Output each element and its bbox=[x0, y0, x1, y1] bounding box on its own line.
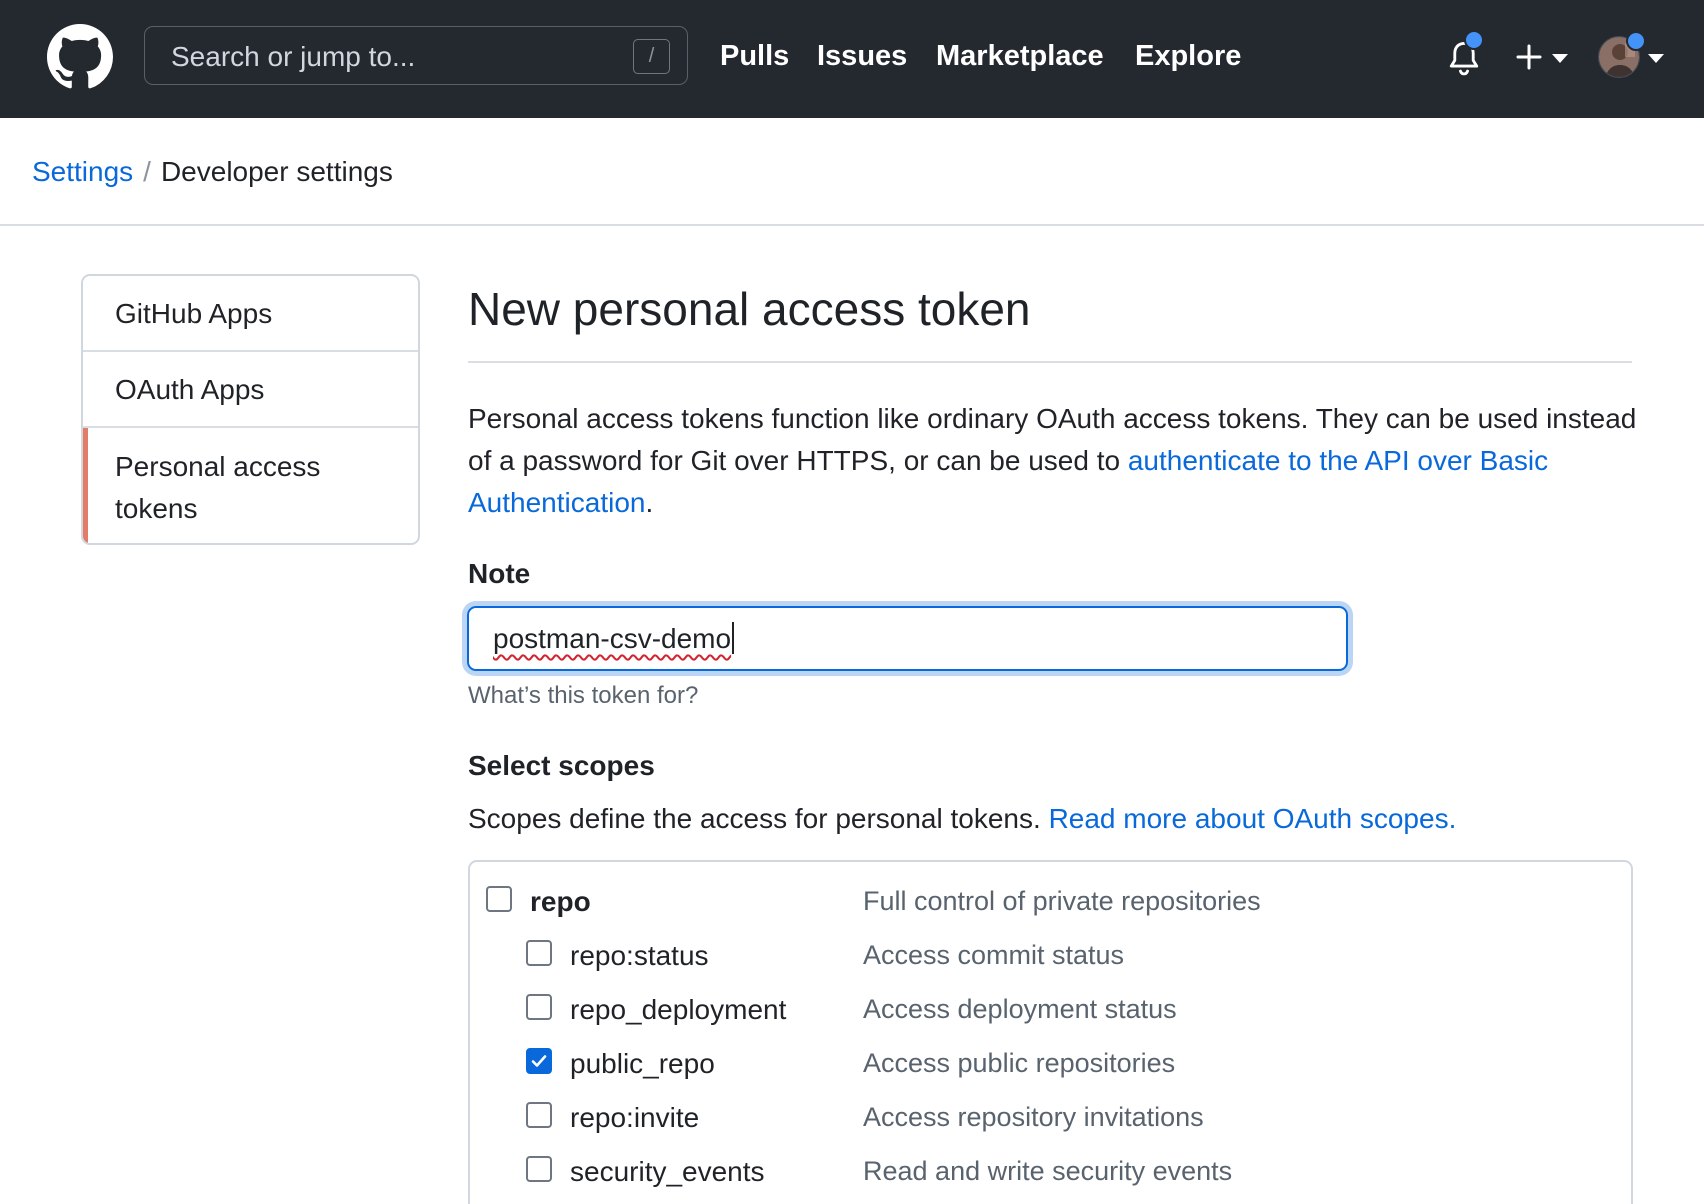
nav-pulls[interactable]: Pulls bbox=[720, 40, 789, 73]
breadcrumb-divider bbox=[0, 224, 1704, 226]
page-title: New personal access token bbox=[468, 283, 1031, 335]
github-logo-icon[interactable] bbox=[47, 24, 113, 90]
scope-name: repo:status bbox=[570, 940, 709, 971]
nav-marketplace[interactable]: Marketplace bbox=[936, 40, 1104, 73]
scope-checkbox-security-events[interactable] bbox=[526, 1156, 552, 1182]
checkmark-icon bbox=[531, 1055, 547, 1067]
note-help-text: What’s this token for? bbox=[468, 682, 699, 709]
scopes-heading: Select scopes bbox=[468, 750, 655, 781]
notification-indicator bbox=[1464, 30, 1484, 50]
scope-checkbox-repo-deployment[interactable] bbox=[526, 994, 552, 1020]
scope-description: Read and write security events bbox=[863, 1156, 1233, 1186]
sidebar-item-label-line2: tokens bbox=[115, 493, 198, 524]
scope-name: repo bbox=[530, 886, 591, 917]
scope-name: repo_deployment bbox=[570, 994, 787, 1025]
scope-row-security-events: security_events Read and write security … bbox=[526, 1156, 1616, 1196]
caret-down-icon bbox=[1648, 54, 1664, 63]
scope-description: Access deployment status bbox=[863, 994, 1177, 1024]
scope-row-repo-status: repo:status Access commit status bbox=[526, 940, 1616, 980]
scope-description: Access commit status bbox=[863, 940, 1125, 970]
search-shortcut-key: / bbox=[633, 39, 670, 74]
user-menu-button[interactable] bbox=[1598, 31, 1668, 80]
create-new-button[interactable] bbox=[1512, 36, 1582, 80]
scope-name: security_events bbox=[570, 1156, 765, 1187]
sidebar-item-personal-access-tokens[interactable]: Personal access tokens bbox=[83, 428, 418, 543]
text-cursor bbox=[732, 622, 735, 654]
intro-period: . bbox=[645, 487, 654, 518]
scope-checkbox-repo[interactable] bbox=[486, 886, 512, 912]
scope-name: public_repo bbox=[570, 1048, 715, 1079]
breadcrumb: Settings / Developer settings bbox=[32, 156, 393, 188]
nav-issues[interactable]: Issues bbox=[817, 40, 907, 73]
sidebar-item-oauth-apps[interactable]: OAuth Apps bbox=[83, 352, 418, 428]
sidebar-item-label-line1: Personal access bbox=[115, 451, 321, 482]
sidebar-item-label: OAuth Apps bbox=[115, 374, 265, 405]
breadcrumb-settings-link[interactable]: Settings bbox=[32, 156, 133, 187]
developer-settings-sidebar: GitHub Apps OAuth Apps Personal access t… bbox=[81, 274, 420, 545]
scope-row-repo-invite: repo:invite Access repository invitation… bbox=[526, 1102, 1616, 1142]
user-status-indicator bbox=[1626, 31, 1646, 51]
global-header: Search or jump to... / Pulls Issues Mark… bbox=[0, 0, 1704, 118]
title-divider bbox=[468, 361, 1632, 363]
search-placeholder: Search or jump to... bbox=[171, 41, 416, 72]
oauth-scopes-link[interactable]: Read more about OAuth scopes. bbox=[1049, 803, 1457, 834]
sidebar-item-github-apps[interactable]: GitHub Apps bbox=[83, 276, 418, 352]
nav-explore[interactable]: Explore bbox=[1135, 40, 1241, 73]
scope-checkbox-public-repo[interactable] bbox=[526, 1048, 552, 1074]
breadcrumb-current: Developer settings bbox=[160, 156, 393, 187]
search-input[interactable]: Search or jump to... / bbox=[144, 26, 688, 85]
note-input-value: postman-csv-demo bbox=[493, 622, 735, 655]
scope-description: Full control of private repositories bbox=[863, 886, 1261, 916]
scope-description: Access repository invitations bbox=[863, 1102, 1204, 1132]
scope-checkbox-repo-status[interactable] bbox=[526, 940, 552, 966]
scope-checkbox-repo-invite[interactable] bbox=[526, 1102, 552, 1128]
scope-name: repo:invite bbox=[570, 1102, 700, 1133]
scope-row-repo: repo Full control of private repositorie… bbox=[486, 886, 1616, 926]
scopes-desc-text: Scopes define the access for personal to… bbox=[468, 803, 1049, 834]
scopes-list: repo Full control of private repositorie… bbox=[468, 860, 1633, 1204]
caret-down-icon bbox=[1552, 54, 1568, 63]
scope-row-public-repo: public_repo Access public repositories bbox=[526, 1048, 1616, 1088]
note-label: Note bbox=[468, 558, 531, 589]
intro-paragraph: Personal access tokens function like ord… bbox=[468, 398, 1638, 524]
scope-description: Access public repositories bbox=[863, 1048, 1176, 1078]
sidebar-item-label: GitHub Apps bbox=[115, 298, 273, 329]
notifications-button[interactable] bbox=[1447, 30, 1487, 78]
plus-icon bbox=[1516, 44, 1542, 70]
scope-row-repo-deployment: repo_deployment Access deployment status bbox=[526, 994, 1616, 1034]
note-input[interactable]: postman-csv-demo bbox=[467, 606, 1348, 671]
breadcrumb-separator: / bbox=[143, 156, 151, 187]
scopes-description: Scopes define the access for personal to… bbox=[468, 803, 1456, 835]
